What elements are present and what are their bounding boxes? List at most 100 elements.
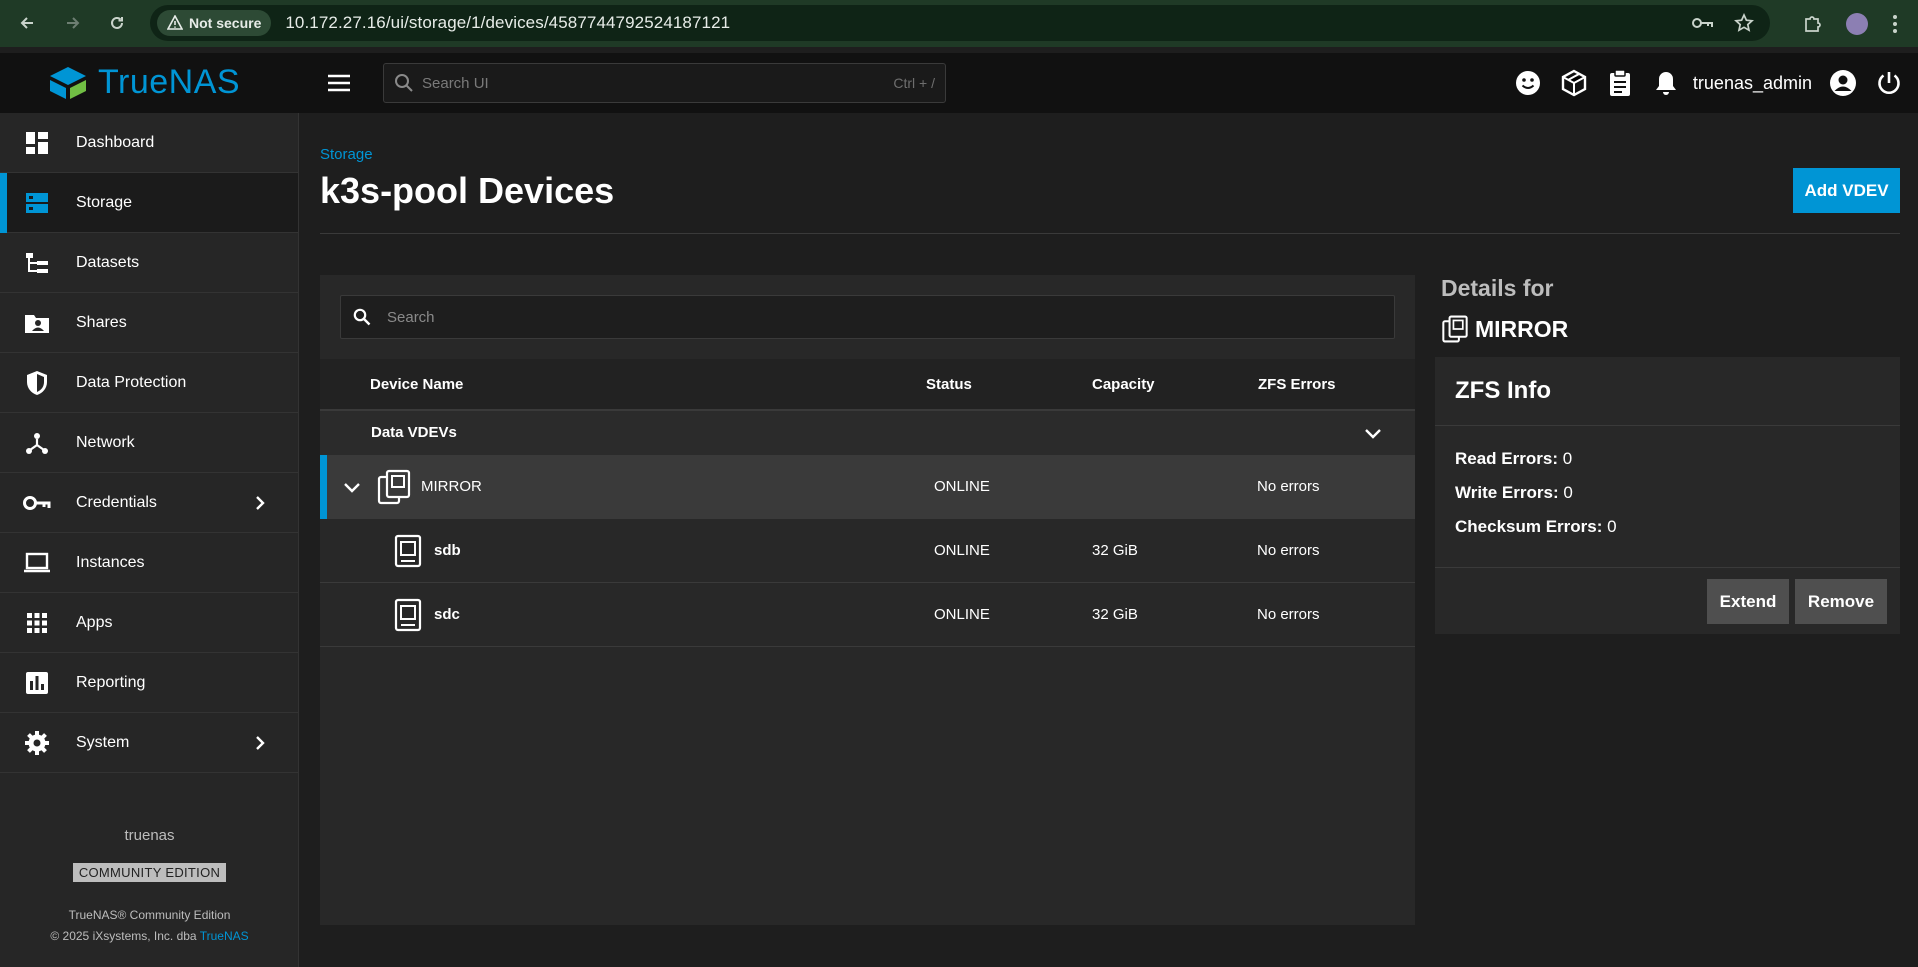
table-row[interactable]: sdc ONLINE 32 GiB No errors [320,583,1415,647]
table-header: Device Name Status Capacity ZFS Errors [320,359,1415,411]
device-status: ONLINE [934,542,990,559]
table-row[interactable]: sdb ONLINE 32 GiB No errors [320,519,1415,583]
write-errors-label: Write Errors: [1455,483,1559,502]
username[interactable]: truenas_admin [1693,73,1812,94]
device-errors: No errors [1257,606,1320,623]
column-header-status: Status [926,376,972,393]
sidebar-item-shares[interactable]: Shares [0,293,298,353]
reporting-icon [23,669,51,697]
laptop-icon [23,549,51,577]
security-chip[interactable]: Not secure [157,10,272,36]
key-icon [23,489,51,517]
vdev-group-label: Data VDEVs [371,424,457,441]
sidebar-item-network[interactable]: Network [0,413,298,473]
devices-table: Search Device Name Status Capacity ZFS E… [320,275,1415,925]
account-circle-icon[interactable] [1820,53,1866,113]
sidebar-item-data-protection[interactable]: Data Protection [0,353,298,413]
sidebar-item-instances[interactable]: Instances [0,533,298,593]
device-status: ONLINE [934,478,990,495]
read-errors: Read Errors: 0 [1455,449,1572,469]
jobs-clipboard-icon[interactable] [1597,53,1643,113]
network-icon [23,429,51,457]
dashboard-icon [23,129,51,157]
app-topbar: TrueNAS Search UI Ctrl + / truenas_admin [0,53,1918,113]
device-errors: No errors [1257,542,1320,559]
search-placeholder: Search UI [422,74,489,92]
reload-icon[interactable] [103,9,131,37]
vdev-group-row[interactable]: Data VDEVs [320,411,1415,455]
column-header-device-name: Device Name [370,376,464,393]
truenas-logo-icon [50,66,86,99]
table-row[interactable]: MIRROR ONLINE No errors [320,455,1415,519]
extensions-icon[interactable] [1802,14,1822,34]
sidebar: Dashboard Storage Datasets Shares Data P… [0,113,299,967]
sidebar-item-datasets[interactable]: Datasets [0,233,298,293]
sidebar-item-label: Network [76,433,135,451]
extend-button[interactable]: Extend [1707,579,1789,624]
sidebar-item-label: Credentials [76,493,157,511]
sidebar-item-label: Datasets [76,253,140,271]
divider [1435,567,1900,568]
write-errors-value: 0 [1563,483,1573,502]
gear-icon [23,729,51,757]
column-header-zfs-errors: ZFS Errors [1258,376,1336,393]
address-bar[interactable]: Not secure 10.172.27.16/ui/storage/1/dev… [150,5,1770,41]
feedback-smiley-icon[interactable] [1505,53,1551,113]
truecommand-icon[interactable] [1551,53,1597,113]
add-vdev-button[interactable]: Add VDEV [1793,168,1900,213]
search-icon [395,74,413,92]
device-errors: No errors [1257,478,1320,495]
zfs-info-title: ZFS Info [1455,377,1551,404]
zfs-info-card: ZFS Info Read Errors: 0 Write Errors: 0 … [1435,357,1900,634]
column-header-capacity: Capacity [1092,376,1155,393]
sidebar-item-apps[interactable]: Apps [0,593,298,653]
global-search-input[interactable]: Search UI Ctrl + / [383,63,946,103]
chevron-right-icon[interactable] [248,491,272,515]
breadcrumb[interactable]: Storage [320,146,373,163]
copyright-prefix: © 2025 iXsystems, Inc. dba [50,929,200,943]
chevron-right-icon[interactable] [248,731,272,755]
copyright-line: TrueNAS® Community Edition [68,908,231,922]
truenas-logo[interactable]: TrueNAS [46,63,240,102]
forward-icon[interactable] [59,9,87,37]
write-errors: Write Errors: 0 [1455,483,1573,503]
hostname: truenas [124,827,175,844]
device-status: ONLINE [934,606,990,623]
chevron-down-icon[interactable] [1361,421,1385,445]
datasets-icon [23,249,51,277]
url-text[interactable]: 10.172.27.16/ui/storage/1/devices/458774… [285,13,730,33]
sidebar-item-dashboard[interactable]: Dashboard [0,113,298,173]
divider [1435,425,1900,426]
sidebar-item-label: System [76,733,130,751]
sidebar-item-label: Shares [76,313,127,331]
search-shortcut: Ctrl + / [893,75,935,91]
browser-menu-icon[interactable] [1892,14,1898,34]
disk-icon [394,598,422,632]
password-key-icon[interactable] [1692,16,1714,30]
chevron-down-icon[interactable] [340,475,364,499]
sidebar-item-storage[interactable]: Storage [0,173,298,233]
sidebar-item-reporting[interactable]: Reporting [0,653,298,713]
sidebar-item-label: Dashboard [76,133,155,151]
checksum-errors-value: 0 [1607,517,1617,536]
sidebar-item-system[interactable]: System [0,713,298,773]
storage-icon [23,189,51,217]
remove-button[interactable]: Remove [1795,579,1887,624]
profile-avatar[interactable] [1846,12,1868,35]
disk-icon [394,534,422,568]
shares-icon [23,309,51,337]
sidebar-item-credentials[interactable]: Credentials [0,473,298,533]
bookmark-star-icon[interactable] [1734,13,1754,33]
device-search-input[interactable]: Search [340,295,1395,339]
power-icon[interactable] [1866,53,1912,113]
device-name: MIRROR [421,478,482,495]
divider [320,233,1900,234]
notifications-bell-icon[interactable] [1643,53,1689,113]
mirror-vdev-icon [1442,315,1468,343]
browser-toolbar: Not secure 10.172.27.16/ui/storage/1/dev… [0,0,1918,47]
sidebar-item-label: Instances [76,553,145,571]
truenas-link[interactable]: TrueNAS [200,929,249,943]
back-icon[interactable] [13,9,41,37]
read-errors-value: 0 [1562,449,1573,468]
menu-toggle-icon[interactable] [322,67,356,99]
